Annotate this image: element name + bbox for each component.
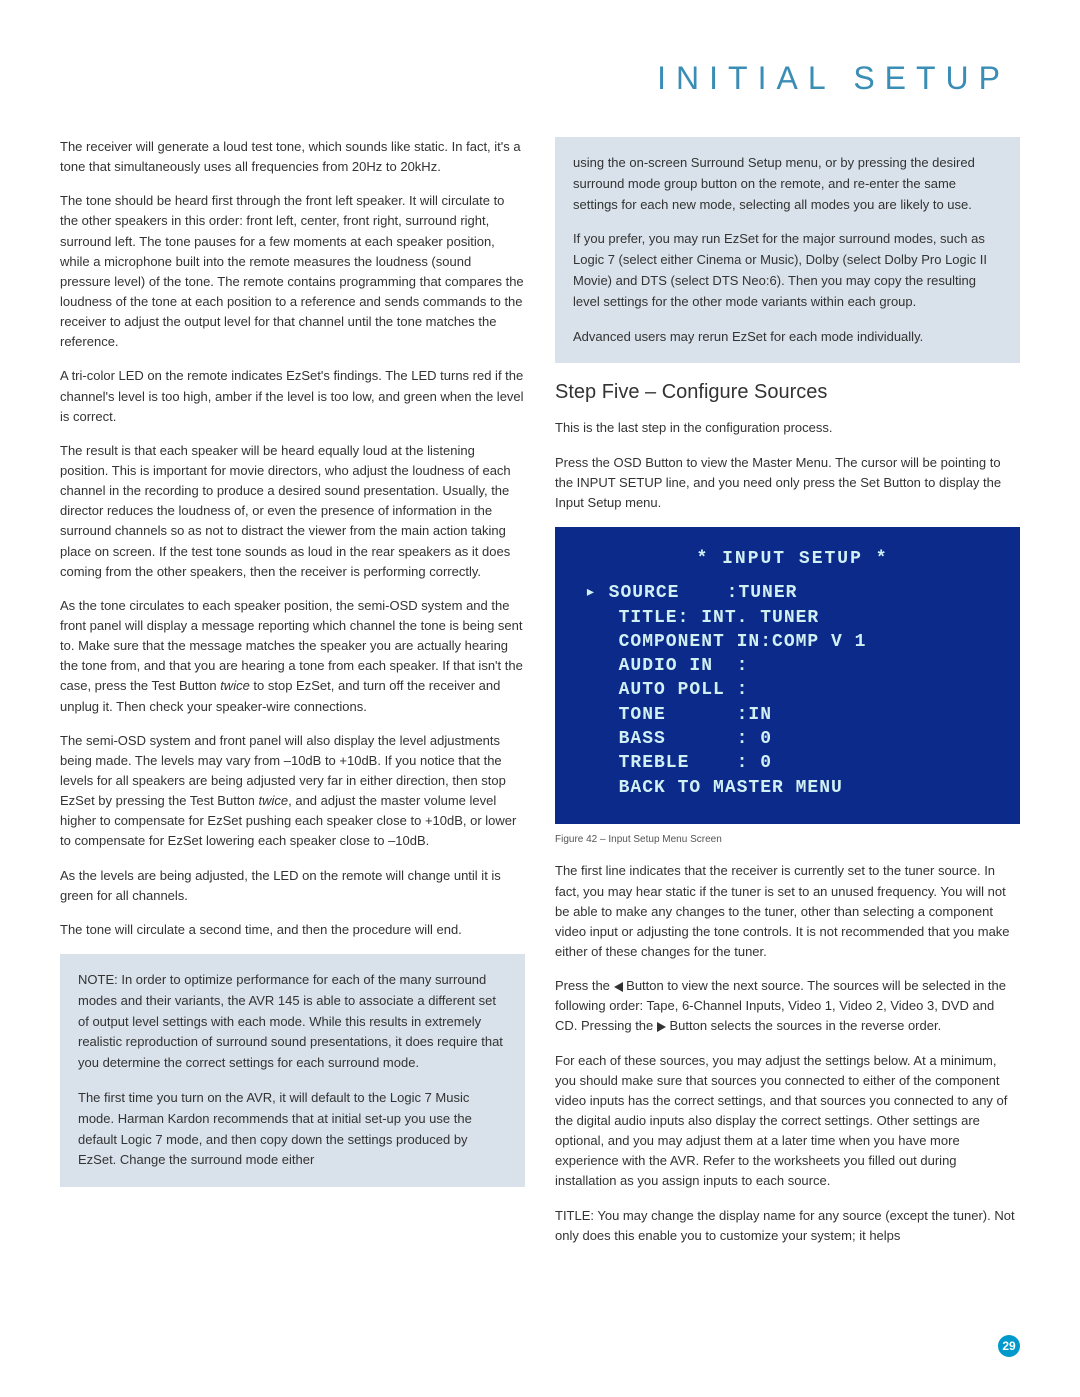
note-paragraph: The first time you turn on the AVR, it w… xyxy=(78,1088,507,1171)
note-paragraph: NOTE: In order to optimize performance f… xyxy=(78,970,507,1074)
main-columns: The receiver will generate a loud test t… xyxy=(60,137,1020,1260)
note-label: NOTE: xyxy=(78,972,118,987)
text-run: Button selects the sources in the revers… xyxy=(666,1018,941,1033)
body-text: Press the Button to view the next source… xyxy=(555,976,1020,1036)
text-run: Press the xyxy=(555,978,614,993)
note-paragraph: Advanced users may rerun EzSet for each … xyxy=(573,327,1002,348)
osd-row-treble: TREBLE : 0 xyxy=(585,751,1000,775)
note-paragraph: using the on-screen Surround Setup menu,… xyxy=(573,153,1002,215)
body-text: As the levels are being adjusted, the LE… xyxy=(60,866,525,906)
osd-row-tone: TONE :IN xyxy=(585,703,1000,727)
osd-row-source: ▸ SOURCE :TUNER xyxy=(585,581,1000,605)
note-box-left: NOTE: In order to optimize performance f… xyxy=(60,954,525,1187)
osd-row-audio-in: AUDIO IN : xyxy=(585,654,1000,678)
text-emphasis: twice xyxy=(220,678,250,693)
body-text: The tone should be heard first through t… xyxy=(60,191,525,352)
body-text: The semi-OSD system and front panel will… xyxy=(60,731,525,852)
page-title: INITIAL SETUP xyxy=(60,60,1020,97)
body-text: TITLE: You may change the display name f… xyxy=(555,1206,1020,1246)
page-number-badge: 29 xyxy=(998,1335,1020,1357)
note-paragraph: If you prefer, you may run EzSet for the… xyxy=(573,229,1002,312)
step-five-heading: Step Five – Configure Sources xyxy=(555,377,1020,408)
body-text: The result is that each speaker will be … xyxy=(60,441,525,582)
body-text: The tone will circulate a second time, a… xyxy=(60,920,525,940)
osd-row-back: BACK TO MASTER MENU xyxy=(585,776,1000,800)
body-text: For each of these sources, you may adjus… xyxy=(555,1051,1020,1192)
osd-row-auto-poll: AUTO POLL : xyxy=(585,678,1000,702)
osd-row-component: COMPONENT IN:COMP V 1 xyxy=(585,630,1000,654)
body-text: The receiver will generate a loud test t… xyxy=(60,137,525,177)
body-text: This is the last step in the configurati… xyxy=(555,418,1020,438)
body-text: A tri-color LED on the remote indicates … xyxy=(60,366,525,426)
osd-title: * INPUT SETUP * xyxy=(585,547,1000,571)
right-arrow-icon xyxy=(657,1022,666,1032)
left-arrow-icon xyxy=(614,982,623,992)
input-setup-osd-screen: * INPUT SETUP * ▸ SOURCE :TUNER TITLE: I… xyxy=(555,527,1020,824)
osd-row-bass: BASS : 0 xyxy=(585,727,1000,751)
right-column: using the on-screen Surround Setup menu,… xyxy=(555,137,1020,1260)
body-text: Press the OSD Button to view the Master … xyxy=(555,453,1020,513)
left-column: The receiver will generate a loud test t… xyxy=(60,137,525,1260)
figure-caption: Figure 42 – Input Setup Menu Screen xyxy=(555,832,1020,848)
text-emphasis: twice xyxy=(259,793,289,808)
body-text: The first line indicates that the receiv… xyxy=(555,861,1020,962)
osd-row-title: TITLE: INT. TUNER xyxy=(585,606,1000,630)
body-text: As the tone circulates to each speaker p… xyxy=(60,596,525,717)
text-run: In order to optimize performance for eac… xyxy=(78,972,503,1070)
note-box-right: using the on-screen Surround Setup menu,… xyxy=(555,137,1020,363)
